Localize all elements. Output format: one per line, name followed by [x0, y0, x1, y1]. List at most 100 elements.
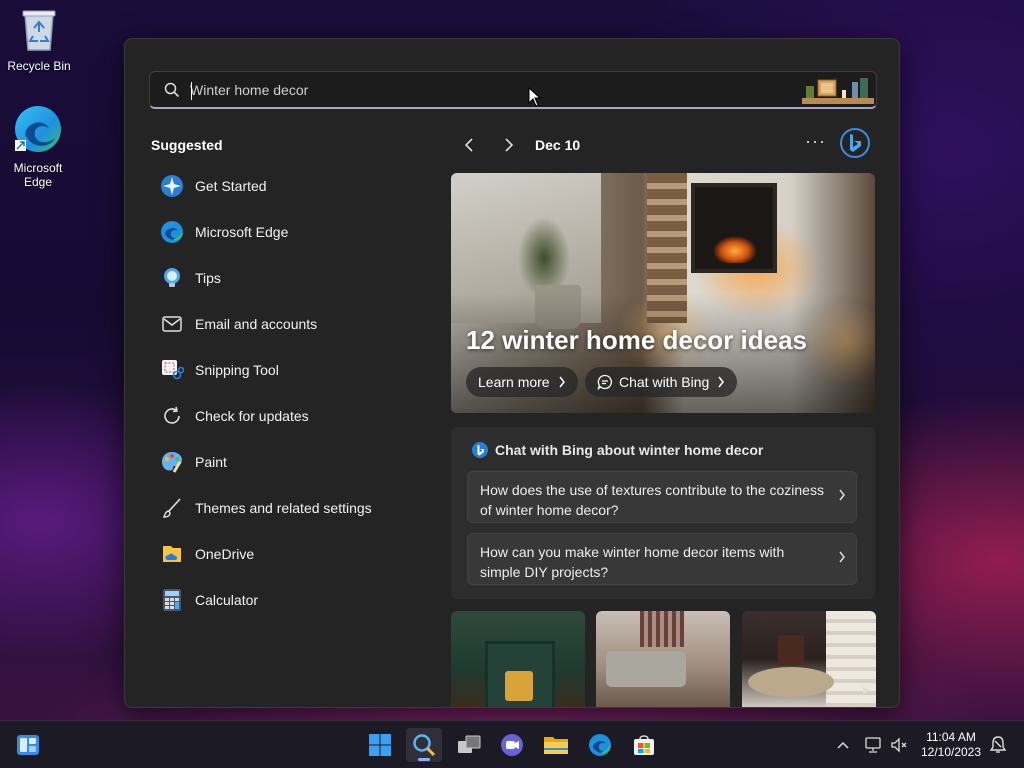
- suggested-item-label: Email and accounts: [195, 316, 318, 332]
- previous-button[interactable]: [459, 135, 479, 155]
- notification-bell-icon: [989, 736, 1007, 753]
- taskbar-store-button[interactable]: [626, 728, 662, 762]
- bing-question-button[interactable]: How can you make winter home decor items…: [467, 533, 857, 585]
- chevron-right-icon: [839, 489, 845, 501]
- thumbnail-card[interactable]: [742, 611, 876, 707]
- mouse-cursor-icon: [528, 87, 542, 107]
- edge-icon: [589, 734, 611, 756]
- suggested-item-label: Get Started: [195, 178, 267, 194]
- volume-button[interactable]: [890, 736, 908, 759]
- tray-overflow-button[interactable]: [836, 737, 850, 755]
- chevron-right-icon: [559, 376, 565, 388]
- volume-muted-icon: [891, 737, 907, 753]
- search-box[interactable]: [149, 71, 877, 109]
- hero-title: 12 winter home decor ideas: [466, 325, 808, 355]
- search-icon: [413, 734, 436, 757]
- bing-question-text: How does the use of textures contribute …: [480, 482, 824, 518]
- recycle-bin-icon: [1, 8, 77, 55]
- suggested-item-label: Paint: [195, 454, 227, 470]
- thumbnail-card[interactable]: [596, 611, 730, 707]
- taskbar-chat-button[interactable]: [494, 728, 530, 762]
- suggested-item-get-started[interactable]: Get Started: [151, 163, 431, 209]
- learn-more-label: Learn more: [478, 374, 550, 390]
- bing-icon: [472, 442, 488, 458]
- thumbnail-image-candle: [778, 635, 804, 665]
- shelf-decor-icon: [802, 78, 874, 104]
- suggested-item-label: Snipping Tool: [195, 362, 279, 378]
- suggested-item-label: Themes and related settings: [195, 500, 372, 516]
- chat-with-bing-button[interactable]: Chat with Bing: [585, 367, 738, 397]
- search-input[interactable]: [190, 78, 790, 102]
- network-button[interactable]: [864, 736, 882, 759]
- taskbar-search-button[interactable]: [406, 728, 442, 762]
- suggested-item-label: OneDrive: [195, 546, 255, 562]
- onedrive-icon: [159, 541, 185, 567]
- highlight-date: Dec 10: [535, 137, 581, 153]
- desktop-icon-label: Microsoft Edge: [13, 161, 63, 189]
- suggested-item-paint[interactable]: Paint: [151, 439, 431, 485]
- suggested-item-label: Calculator: [195, 592, 259, 608]
- highlights-nav: Dec 10 ···: [451, 128, 877, 159]
- suggested-item-onedrive[interactable]: OneDrive: [151, 531, 431, 577]
- notification-button[interactable]: [988, 735, 1008, 760]
- search-panel: Suggested Get Started Microsoft Edge Tip…: [124, 38, 900, 708]
- task-view-icon: [458, 735, 481, 753]
- taskbar: 11:04 AM 12/10/2023: [0, 720, 1024, 768]
- thumbnail-image-sofa: [606, 651, 686, 687]
- chevron-up-icon: [837, 741, 849, 749]
- edge-icon: [159, 219, 185, 245]
- suggested-heading: Suggested: [151, 137, 223, 153]
- chat-with-bing-label: Chat with Bing: [619, 374, 710, 390]
- start-icon: [369, 734, 391, 756]
- thumbnail-image-stove: [505, 671, 533, 701]
- chat-bubble-icon: [597, 374, 613, 390]
- snipping-tool-icon: [159, 357, 185, 383]
- taskbar-widgets-button[interactable]: [10, 728, 46, 762]
- desktop-icon-recycle-bin[interactable]: Recycle Bin: [1, 8, 77, 73]
- taskbar-start-button[interactable]: [362, 728, 398, 762]
- desktop-icon-edge[interactable]: Microsoft Edge: [0, 104, 76, 189]
- bing-chat-card: Chat with Bing about winter home decor H…: [451, 427, 875, 599]
- clock-date: 12/10/2023: [920, 745, 982, 759]
- text-caret: [191, 82, 192, 100]
- clock-time: 11:04 AM: [926, 730, 976, 744]
- desktop-icon-label: Recycle Bin: [7, 59, 71, 73]
- suggested-item-edge[interactable]: Microsoft Edge: [151, 209, 431, 255]
- network-icon: [865, 737, 881, 753]
- paint-icon: [159, 449, 185, 475]
- store-icon: [634, 735, 654, 755]
- chevron-right-icon: [505, 138, 514, 152]
- hero-image-fire: [713, 233, 757, 263]
- chevron-right-icon: [839, 551, 845, 563]
- refresh-icon: [159, 403, 185, 429]
- suggested-item-label: Check for updates: [195, 408, 309, 424]
- taskbar-clock[interactable]: 11:04 AM 12/10/2023: [916, 730, 986, 760]
- suggested-item-themes[interactable]: Themes and related settings: [151, 485, 431, 531]
- learn-more-button[interactable]: Learn more: [466, 367, 578, 397]
- suggested-item-check-updates[interactable]: Check for updates: [151, 393, 431, 439]
- mail-icon: [159, 311, 185, 337]
- suggested-item-calculator[interactable]: Calculator: [151, 577, 431, 623]
- thumbnail-image-plate: [748, 667, 834, 697]
- next-button[interactable]: [499, 135, 519, 155]
- widgets-icon: [17, 735, 39, 755]
- thumbnail-card[interactable]: [451, 611, 585, 707]
- more-options-button[interactable]: ···: [805, 131, 826, 152]
- suggested-list: Get Started Microsoft Edge Tips Email an…: [151, 163, 431, 623]
- chevron-left-icon: [464, 138, 473, 152]
- bing-chat-heading-text: Chat with Bing about winter home decor: [495, 442, 764, 458]
- suggested-item-email-accounts[interactable]: Email and accounts: [151, 301, 431, 347]
- thumbnail-image-curtain: [640, 611, 684, 647]
- search-icon: [164, 82, 180, 103]
- play-arrow-icon[interactable]: ▶: [863, 685, 871, 696]
- bing-question-button[interactable]: How does the use of textures contribute …: [467, 471, 857, 523]
- taskbar-task-view-button[interactable]: [451, 728, 487, 762]
- bing-chat-button[interactable]: [839, 127, 871, 164]
- chevron-right-icon: [718, 376, 725, 388]
- suggested-item-tips[interactable]: Tips: [151, 255, 431, 301]
- taskbar-edge-button[interactable]: [582, 728, 618, 762]
- taskbar-file-explorer-button[interactable]: [538, 728, 574, 762]
- hero-card[interactable]: 12 winter home decor ideas Learn more Ch…: [451, 173, 875, 413]
- suggested-item-snipping-tool[interactable]: Snipping Tool: [151, 347, 431, 393]
- tips-icon: [159, 265, 185, 291]
